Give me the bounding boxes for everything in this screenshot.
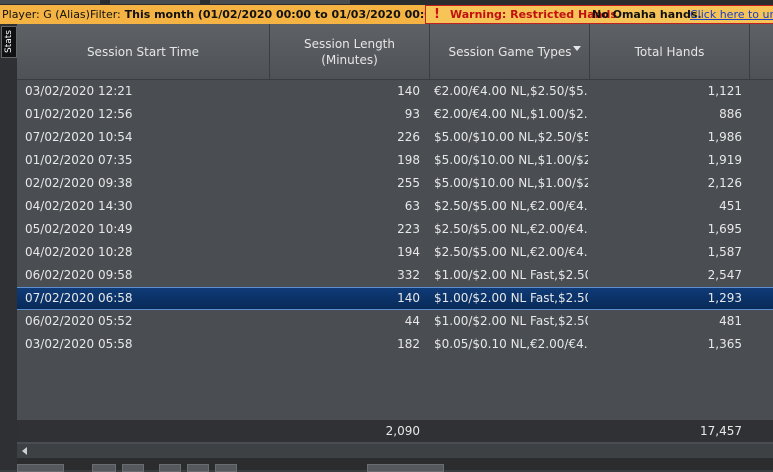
cell-start-time: 04/02/2020 14:30 (25, 199, 133, 213)
cell-session-length: 255 (397, 176, 420, 190)
cell-total-hands: 481 (719, 314, 742, 328)
table-row[interactable]: 06/02/2020 05:52 44 $1.00/$2.00 NL Fast,$2… (17, 310, 773, 333)
cell-game-types: $1.00/$2.00 NL Fast,$2.50/ (434, 268, 588, 282)
top-tab[interactable] (0, 0, 100, 4)
cell-session-length: 194 (397, 245, 420, 259)
filter-label: Filter: (90, 8, 121, 21)
cell-game-types: $1.00/$2.00 NL Fast,$2.50/ (434, 291, 588, 305)
cell-start-time: 01/02/2020 12:56 (25, 107, 133, 121)
cell-game-types: $2.50/$5.00 NL,€2.00/€4.00 (434, 199, 588, 213)
cell-start-time: 07/02/2020 06:58 (25, 291, 133, 305)
toolbar-button[interactable] (122, 464, 144, 472)
column-header-total-hands[interactable]: Total Hands (590, 24, 750, 79)
cell-total-hands: 2,126 (707, 176, 742, 190)
cell-session-length: 223 (397, 222, 420, 236)
cell-session-length: 44 (404, 314, 420, 328)
table-row[interactable]: 07/02/2020 10:54 226 $5.00/$10.00 NL,$2.50… (17, 126, 773, 149)
cell-total-hands: 1,695 (707, 222, 742, 236)
table-row[interactable]: 02/02/2020 09:38 255 $5.00/$10.00 NL,$1.00… (17, 172, 773, 195)
cell-total-hands: 451 (719, 199, 742, 213)
cell-start-time: 05/02/2020 10:49 (25, 222, 133, 236)
toolbar-button[interactable] (215, 464, 237, 472)
toolbar-button[interactable] (17, 464, 64, 472)
filter-bar: Player: G (Alias) Filter: This month (01… (0, 5, 773, 24)
cell-game-types: $0.05/$0.10 NL,€2.00/€4.00 (434, 337, 588, 351)
filter-value: This month (01/02/2020 00:00 to 01/03/20… (124, 8, 445, 21)
cell-total-hands: 1,919 (707, 153, 742, 167)
cell-game-types: €2.00/€4.00 NL,$1.00/$2.00 (434, 107, 588, 121)
table-row[interactable]: 01/02/2020 12:56 93 €2.00/€4.00 NL,$1.00/$… (17, 103, 773, 126)
sort-desc-icon (573, 46, 581, 51)
side-panel: Stats (0, 24, 17, 470)
toolbar-button[interactable] (92, 464, 116, 472)
toolbar-button[interactable] (159, 464, 181, 472)
table-row[interactable]: 04/02/2020 10:28 194 $2.50/$5.00 NL,€2.00/… (17, 241, 773, 264)
unrestrict-link[interactable]: Click here to un (690, 6, 773, 23)
table-row[interactable]: 04/02/2020 14:30 63 $2.50/$5.00 NL,€2.00/€… (17, 195, 773, 218)
cell-total-hands: 1,365 (707, 337, 742, 351)
cell-session-length: 140 (397, 291, 420, 305)
omaha-note: No Omaha hands. (592, 8, 702, 21)
cell-start-time: 04/02/2020 10:28 (25, 245, 133, 259)
stats-side-tab[interactable]: Stats (1, 26, 17, 58)
table-row[interactable]: 03/02/2020 05:58 182 $0.05/$0.10 NL,€2.00/… (17, 333, 773, 356)
total-session-length: 2,090 (385, 424, 420, 438)
cell-total-hands: 886 (719, 107, 742, 121)
cell-total-hands: 1,587 (707, 245, 742, 259)
cell-total-hands: 1,986 (707, 130, 742, 144)
cell-game-types: $1.00/$2.00 NL Fast,$2.50/ (434, 314, 588, 328)
cell-session-length: 93 (404, 107, 420, 121)
filter-text: Filter: This month (01/02/2020 00:00 to … (90, 5, 445, 24)
column-header-session-length[interactable]: Session Length (Minutes) (270, 24, 430, 79)
cell-start-time: 02/02/2020 09:38 (25, 176, 133, 190)
cell-game-types: $5.00/$10.00 NL,$2.50/$5.00 (434, 130, 588, 144)
column-header-start-time[interactable]: Session Start Time (17, 24, 270, 79)
toolbar-button[interactable] (187, 464, 209, 472)
total-hands: 17,457 (700, 424, 742, 438)
sessions-grid: Session Start Time Session Length (Minut… (17, 24, 773, 446)
cell-start-time: 03/02/2020 12:21 (25, 84, 133, 98)
column-header-game-types[interactable]: Session Game Types (431, 24, 590, 79)
cell-start-time: 03/02/2020 05:58 (25, 337, 133, 351)
cell-game-types: $2.50/$5.00 NL,€2.00/€4.00 (434, 245, 588, 259)
table-row[interactable]: 06/02/2020 09:58 332 $1.00/$2.00 NL Fast,$… (17, 264, 773, 287)
top-tab[interactable] (110, 0, 200, 4)
cell-start-time: 06/02/2020 09:58 (25, 268, 133, 282)
player-label: Player: G (Alias) (2, 8, 90, 21)
cell-game-types: $5.00/$10.00 NL,$1.00/$2.00 (434, 176, 588, 190)
table-row[interactable]: 03/02/2020 12:21 140 €2.00/€4.00 NL,$2.50/… (17, 80, 773, 103)
cell-start-time: 01/02/2020 07:35 (25, 153, 133, 167)
cell-game-types: $2.50/$5.00 NL,€2.00/€4.00 (434, 222, 588, 236)
cell-session-length: 226 (397, 130, 420, 144)
cell-total-hands: 2,547 (707, 268, 742, 282)
cell-session-length: 332 (397, 268, 420, 282)
toolbar-button[interactable] (367, 464, 444, 472)
cell-start-time: 07/02/2020 10:54 (25, 130, 133, 144)
warning-box: ! Warning: Restricted Hands No Omaha han… (425, 5, 773, 24)
totals-row: 2,090 17,457 (17, 420, 773, 442)
cell-game-types: €2.00/€4.00 NL,$2.50/$5.00 (434, 84, 588, 98)
horizontal-scrollbar[interactable] (17, 444, 773, 458)
cell-game-types: $5.00/$10.00 NL,$1.00/$2.00 (434, 153, 588, 167)
column-header-extra[interactable] (750, 24, 773, 79)
cell-total-hands: 1,293 (707, 291, 742, 305)
column-header-game-types-label: Session Game Types (448, 44, 572, 59)
cell-session-length: 198 (397, 153, 420, 167)
table-row[interactable]: 05/02/2020 10:49 223 $2.50/$5.00 NL,€2.00/… (17, 218, 773, 241)
scroll-left-icon[interactable] (22, 447, 27, 455)
table-row[interactable]: 07/02/2020 06:58 140 $1.00/$2.00 NL Fast,$… (17, 287, 773, 310)
grid-header: Session Start Time Session Length (Minut… (17, 24, 773, 80)
top-tab[interactable] (210, 0, 350, 4)
cell-session-length: 63 (404, 199, 420, 213)
cell-session-length: 182 (397, 337, 420, 351)
cell-session-length: 140 (397, 84, 420, 98)
bottom-toolbar (17, 458, 773, 472)
cell-total-hands: 1,121 (707, 84, 742, 98)
table-row[interactable]: 01/02/2020 07:35 198 $5.00/$10.00 NL,$1.00… (17, 149, 773, 172)
cell-start-time: 06/02/2020 05:52 (25, 314, 133, 328)
warning-icon: ! (434, 7, 440, 22)
